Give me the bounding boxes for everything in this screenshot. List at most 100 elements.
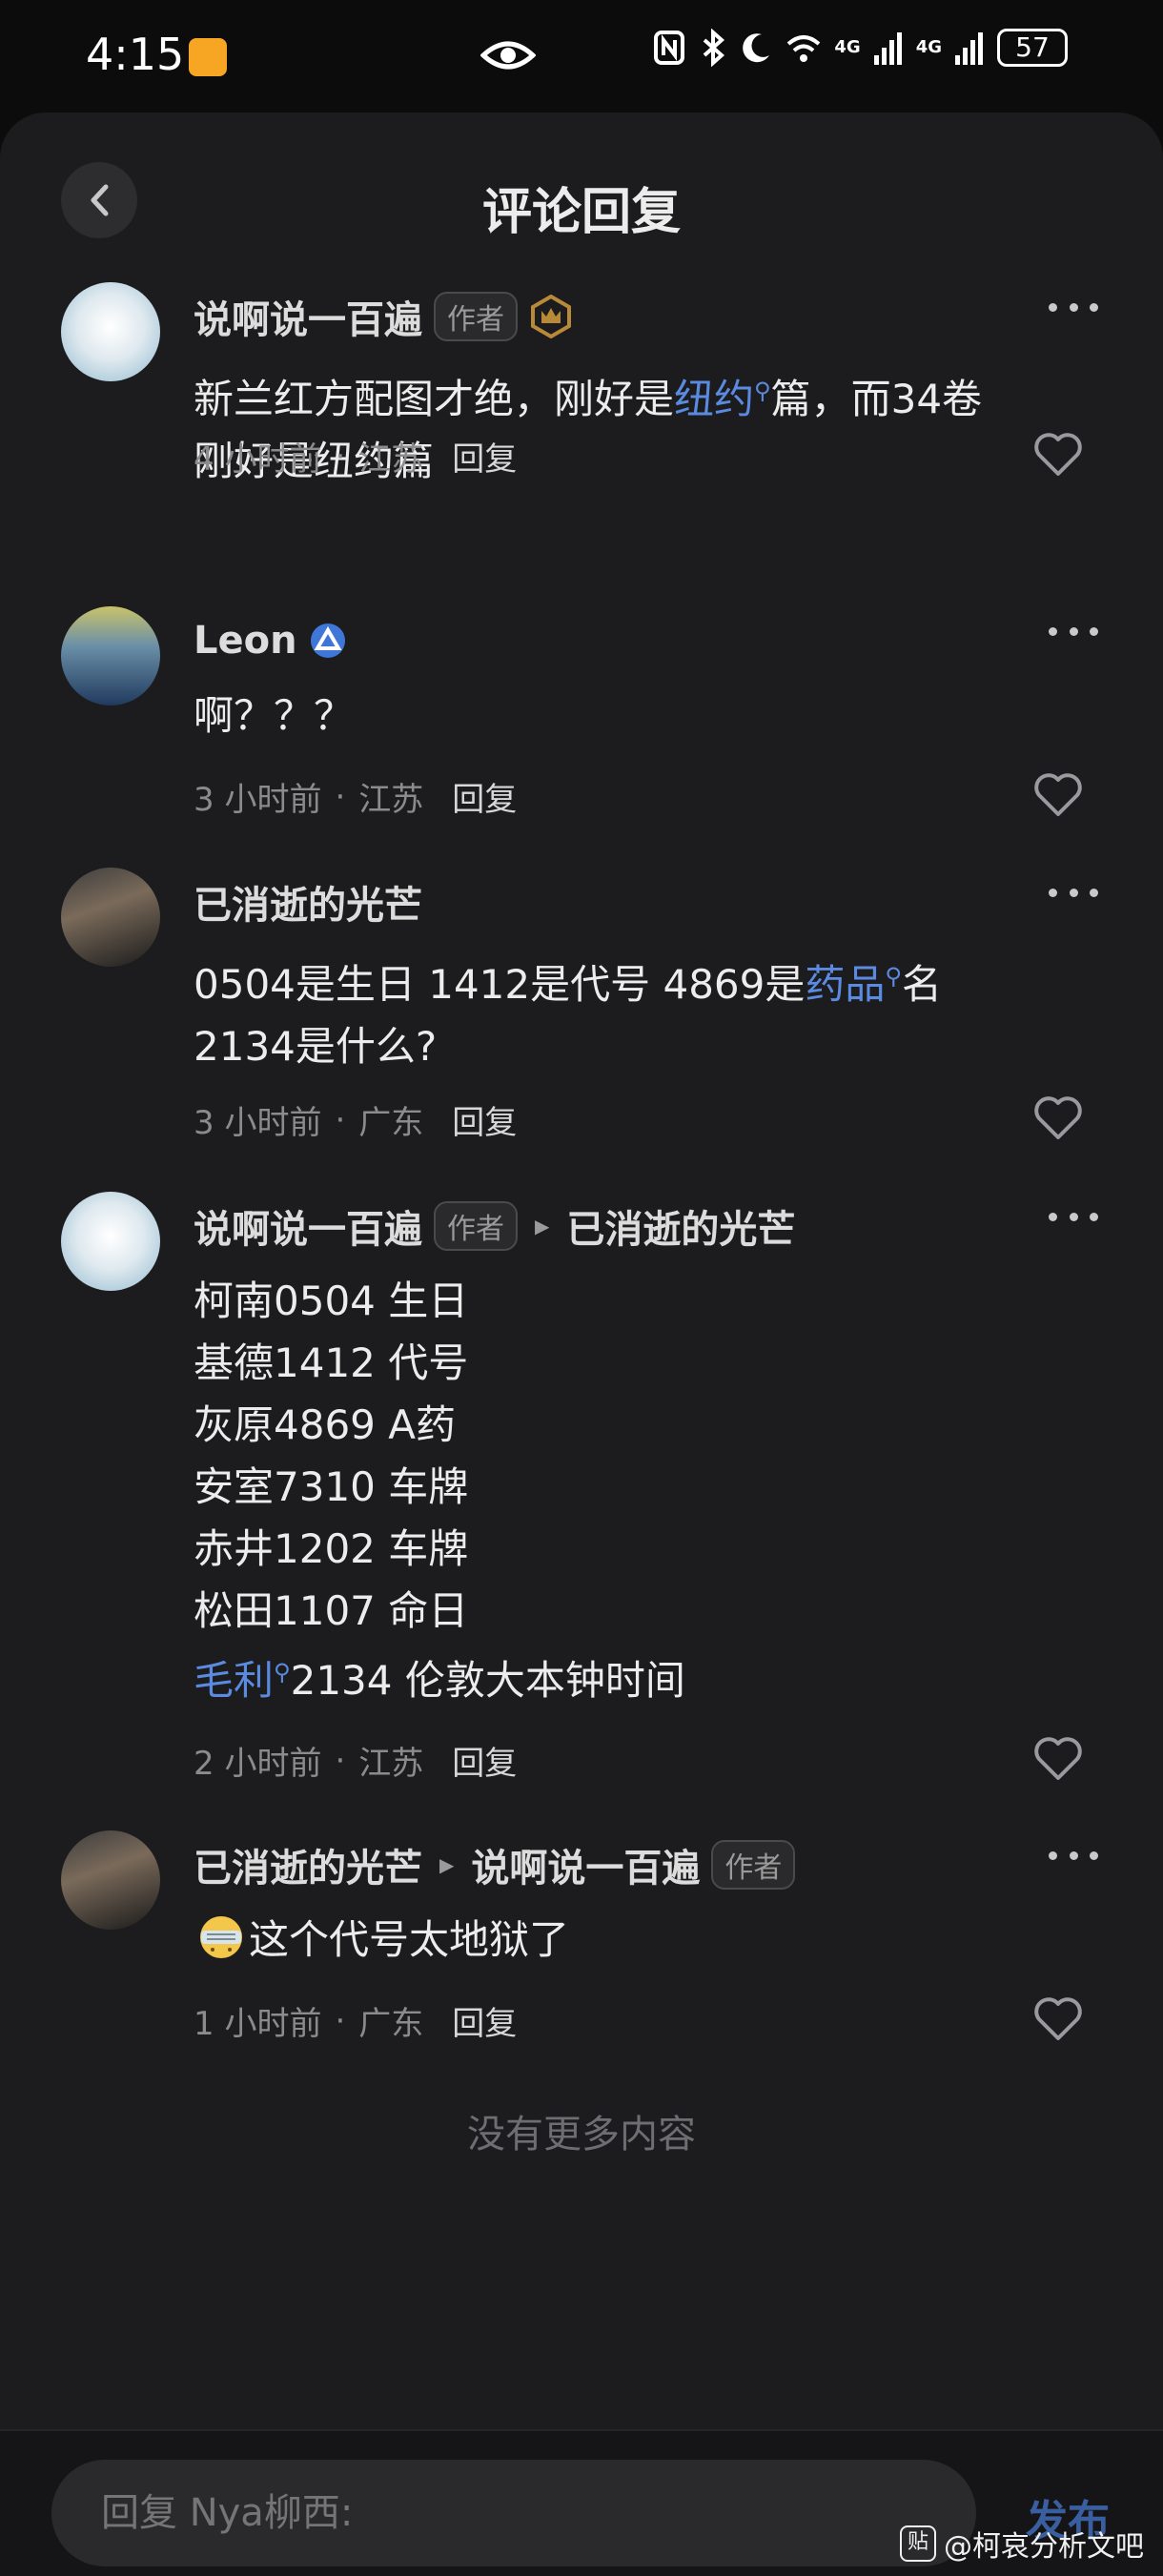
comment-meta: 4 小时前 · 江苏 回复 [194, 433, 517, 480]
reply-input[interactable] [51, 2460, 976, 2566]
avatar[interactable] [61, 606, 160, 705]
comment-text: 0504是生日 1412是代号 4869是药品⚲名 2134是什么? [194, 946, 1109, 1077]
comment-meta: 2 小时前 · 江苏 回复 [194, 1737, 517, 1784]
timestamp: 3 小时前 [194, 1104, 322, 1142]
timestamp: 3 小时前 [194, 781, 322, 819]
comment-text: 这个代号太地狱了 [194, 1909, 1109, 1971]
avatar[interactable] [61, 282, 160, 381]
location: 江苏 [358, 1745, 424, 1783]
heart-icon[interactable] [1031, 1994, 1085, 2042]
reply-button[interactable]: 回复 [452, 433, 517, 480]
reply-arrow-icon: ▶ [439, 1853, 455, 1876]
comment-line: 毛利⚲2134 伦敦大本钟时间 [194, 1642, 1109, 1711]
heart-icon[interactable] [1031, 1734, 1085, 1782]
avatar[interactable] [61, 1192, 160, 1291]
heart-icon[interactable] [1031, 1094, 1085, 1141]
battery-icon: 57 [997, 29, 1068, 67]
more-options-button[interactable] [1049, 1846, 1098, 1865]
reply-button[interactable]: 回复 [452, 773, 517, 820]
moon-icon [743, 33, 770, 63]
comment-meta: 3 小时前 · 广东 回复 [194, 1096, 517, 1143]
comment-text-part: 篇，而34卷 [770, 376, 983, 422]
author-tag: 作者 [711, 1840, 796, 1890]
username[interactable]: 已消逝的光芒 [194, 1837, 422, 1892]
status-icons: 4G 4G 57 [653, 29, 1068, 67]
heart-icon[interactable] [1031, 430, 1085, 478]
no-more-content: 没有更多内容 [467, 2113, 696, 2157]
separator-dot: · [335, 1741, 346, 1780]
timestamp: 4 小时前 [194, 440, 322, 479]
timestamp: 2 小时前 [194, 1745, 322, 1783]
more-options-button[interactable] [1049, 883, 1098, 902]
reply-button[interactable]: 回复 [452, 1737, 517, 1784]
comment-line: 松田1107 命日 [194, 1587, 469, 1634]
reply-arrow-icon: ▶ [535, 1215, 550, 1237]
comment-text-part: 0504是生日 1412是代号 4869是 [194, 961, 806, 1008]
comment-text: 柯南0504 生日 基德1412 代号 灰原4869 A药 安室7310 车牌 … [194, 1270, 1109, 1711]
network-4g-label: 4G [834, 37, 861, 57]
tieba-icon: 贴 [900, 2525, 936, 2562]
separator-dot: · [335, 2001, 346, 2040]
comment-header: 说啊说一百遍 作者 [194, 288, 573, 345]
network-4g-label-2: 4G [915, 37, 942, 57]
more-options-button[interactable] [1049, 622, 1098, 641]
watermark: 贴 @柯哀分析文吧 [900, 2523, 1144, 2565]
comment-text-part: 这个代号太地狱了 [249, 1916, 570, 1963]
status-bar: 4:15 4G 4G 57 [0, 0, 1163, 112]
reply-to-username[interactable]: 已消逝的光芒 [566, 1198, 795, 1254]
watermark-text: @柯哀分析文吧 [944, 2530, 1144, 2564]
comment-text-part: 2134是什么? [194, 1023, 438, 1070]
comment-text-part: 名 [901, 961, 942, 1008]
comment-header: Leon [194, 612, 347, 669]
separator-dot: · [335, 777, 346, 816]
reply-sheet: 评论回复 说啊说一百遍 作者 新兰红方配图才绝，刚好是纽约⚲篇，而34卷 刚好是… [0, 112, 1163, 2576]
comment-meta: 3 小时前 · 江苏 回复 [194, 773, 517, 820]
comment-line: 柯南0504 生日 [194, 1278, 469, 1324]
username[interactable]: 已消逝的光芒 [194, 874, 422, 930]
verified-badge-icon [310, 624, 345, 658]
username[interactable]: 说啊说一百遍 [194, 289, 422, 344]
search-link[interactable]: 药品 [805, 961, 885, 1008]
username[interactable]: 说啊说一百遍 [194, 1198, 422, 1254]
comment-line: 基德1412 代号 [194, 1339, 469, 1386]
reply-button[interactable]: 回复 [452, 1096, 517, 1143]
separator-dot: · [335, 1100, 346, 1139]
wifi-icon [787, 35, 821, 62]
comment-text-part: 2134 伦敦大本钟时间 [290, 1657, 685, 1704]
signal-icon [873, 32, 902, 65]
signal-icon-2 [955, 32, 983, 65]
nfc-icon [654, 31, 685, 65]
location: 广东 [358, 1104, 424, 1142]
bluetooth-icon [704, 29, 725, 67]
status-time: 4:15 [86, 29, 185, 80]
comment-text: 啊？？？ [194, 692, 355, 739]
search-link[interactable]: 毛利 [194, 1657, 274, 1704]
comment-header: 说啊说一百遍 作者 ▶ 已消逝的光芒 [194, 1197, 795, 1255]
location: 广东 [358, 2005, 424, 2043]
location: 江苏 [358, 440, 424, 479]
emoji-icon [200, 1916, 242, 1958]
crown-badge-icon [531, 295, 571, 338]
more-options-button[interactable] [1049, 297, 1098, 317]
author-tag: 作者 [434, 292, 518, 341]
search-icon: ⚲ [754, 378, 771, 404]
reply-to-username[interactable]: 说啊说一百遍 [471, 1837, 700, 1892]
location: 江苏 [358, 781, 424, 819]
comment-line: 灰原4869 A药 [194, 1401, 456, 1448]
app-notification-icon [189, 38, 227, 76]
more-options-button[interactable] [1049, 1207, 1098, 1226]
eye-icon [480, 41, 536, 70]
search-link[interactable]: 纽约 [674, 376, 754, 422]
page-title: 评论回复 [481, 184, 681, 241]
comment-header: 已消逝的光芒 [194, 873, 422, 930]
reply-button[interactable]: 回复 [452, 1997, 517, 2044]
comment-line: 安室7310 车牌 [194, 1463, 469, 1510]
comment-header: 已消逝的光芒 ▶ 说啊说一百遍 作者 [194, 1836, 796, 1893]
search-icon: ⚲ [274, 1659, 291, 1686]
heart-icon[interactable] [1031, 770, 1085, 818]
comment-line: 赤井1202 车牌 [194, 1525, 469, 1572]
author-tag: 作者 [434, 1201, 518, 1251]
avatar[interactable] [61, 868, 160, 967]
avatar[interactable] [61, 1830, 160, 1930]
username[interactable]: Leon [194, 619, 297, 663]
